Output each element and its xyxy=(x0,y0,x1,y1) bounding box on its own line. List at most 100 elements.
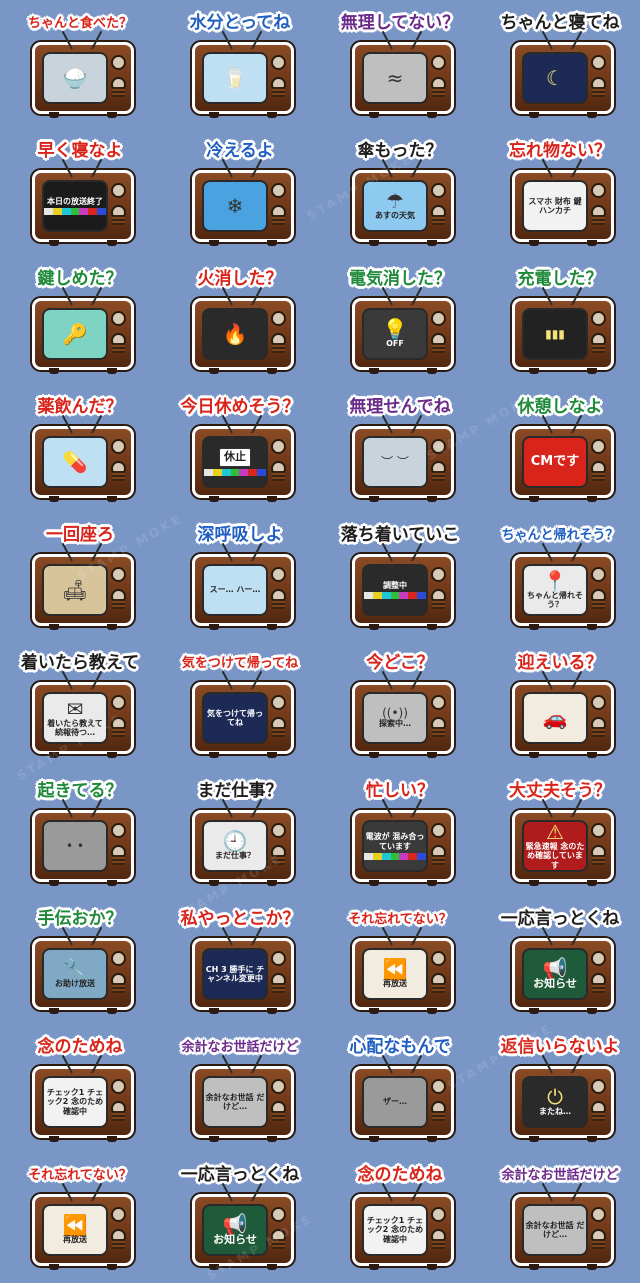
sticker-caption: 冷えるよ xyxy=(206,140,274,161)
sticker-9[interactable]: 鍵しめた？ 🔑 xyxy=(0,256,160,384)
retro-tv: 💡 OFF xyxy=(352,286,454,374)
speaker-grille xyxy=(112,471,125,481)
sticker-caption: 薬飲んだ？ xyxy=(37,396,123,417)
sticker-caption: 無理してない？ xyxy=(340,12,460,33)
tv-screen: 🔧 お助け放送 xyxy=(42,948,108,1000)
tv-feet xyxy=(369,1008,437,1014)
calm-face-icon: ︶ ︶ xyxy=(381,455,409,469)
tv-screen: ▮▮▮ xyxy=(522,308,588,360)
rewind-icon: ⏪ xyxy=(62,1213,88,1238)
speaker-grille xyxy=(432,599,445,609)
tv-screen: ︶ ︶ xyxy=(362,436,428,488)
sticker-40[interactable]: 余計なお世話だけど 余計なお世話 だけど… xyxy=(480,1152,640,1280)
sticker-11[interactable]: 電気消した？ 💡 OFF xyxy=(320,256,480,384)
sticker-3[interactable]: 無理してない？ ≈ xyxy=(320,0,480,128)
rice-bowl-icon: 🍚 xyxy=(62,66,88,90)
knob-icon xyxy=(111,823,126,838)
sticker-5[interactable]: 早く寝なよ 本日の放送終了 xyxy=(0,128,160,256)
speaker-grille xyxy=(272,87,285,97)
tv-screen: ザー… xyxy=(362,1076,428,1128)
sticker-27[interactable]: 忙しい？ 電波が 混み合っています xyxy=(320,768,480,896)
sticker-22[interactable]: 気をつけて帰ってね 気をつけて帰ってね xyxy=(160,640,320,768)
sticker-37[interactable]: それ忘れてない？ ⏪ 再放送 xyxy=(0,1152,160,1280)
sticker-31[interactable]: それ忘れてない？ ⏪ 再放送 xyxy=(320,896,480,1024)
sticker-2[interactable]: 水分とってね 🥛 xyxy=(160,0,320,128)
sticker-12[interactable]: 充電した？ ▮▮▮ xyxy=(480,256,640,384)
tv-screen: ((•)) 探索中… xyxy=(362,692,428,744)
retro-tv: 本日の放送終了 xyxy=(32,158,134,246)
sticker-caption: 一応言っとくね xyxy=(180,1164,300,1185)
sticker-8[interactable]: 忘れ物ない？ スマホ 財布 鍵 ハンカチ xyxy=(480,128,640,256)
sticker-33[interactable]: 念のためね チェック1 チェック2 念のため確認中 xyxy=(0,1024,160,1152)
sticker-caption: 充電した？ xyxy=(517,268,603,289)
sticker-34[interactable]: 余計なお世話だけど 余計なお世話 だけど… xyxy=(160,1024,320,1152)
sticker-caption: 落ち着いていこ xyxy=(340,524,460,545)
knob-icon xyxy=(111,183,126,198)
sticker-28[interactable]: 大丈夫そう？ ⚠ 緊急速報 念のため確認しています xyxy=(480,768,640,896)
sticker-1[interactable]: ちゃんと食べた？ 🍚 xyxy=(0,0,160,128)
tv-screen: スー… ハー… xyxy=(202,564,268,616)
knob-icon xyxy=(431,695,446,710)
color-bars xyxy=(44,208,106,216)
retro-tv: スマホ 財布 鍵 ハンカチ xyxy=(512,158,614,246)
sticker-29[interactable]: 手伝おか？ 🔧 お助け放送 xyxy=(0,896,160,1024)
sticker-4[interactable]: ちゃんと寝てね ☾ xyxy=(480,0,640,128)
gas-flame-icon: 🔥 xyxy=(222,322,248,346)
retro-tv: 休止 xyxy=(192,414,294,502)
sticker-caption: 深呼吸しよ xyxy=(197,524,283,545)
retro-tv: ≈ xyxy=(352,30,454,118)
sticker-18[interactable]: 深呼吸しよスー… ハー… xyxy=(160,512,320,640)
speaker-grille xyxy=(112,1239,125,1249)
sticker-24[interactable]: 迎えいる？ 🚗 xyxy=(480,640,640,768)
sticker-32[interactable]: 一応言っとくね 📢 お知らせ xyxy=(480,896,640,1024)
speaker-grille xyxy=(112,215,125,225)
tv-feet xyxy=(49,624,117,630)
speaker-grille xyxy=(432,727,445,737)
retro-tv: チェック1 チェック2 念のため確認中 xyxy=(32,1054,134,1142)
sticker-25[interactable]: 起きてる？ • • xyxy=(0,768,160,896)
tv-screen: ⏪ 再放送 xyxy=(42,1204,108,1256)
screen-text: お知らせ xyxy=(533,976,577,990)
sticker-14[interactable]: 今日休めそう？ 休止 xyxy=(160,384,320,512)
knob-icon xyxy=(271,1207,286,1222)
tv-feet xyxy=(369,1264,437,1270)
key-icon: 🔑 xyxy=(62,322,88,346)
retro-tv: ザー… xyxy=(352,1054,454,1142)
sticker-caption: ちゃんと帰れそう？ xyxy=(501,527,619,543)
sticker-20[interactable]: ちゃんと帰れそう？ 📍 ちゃんと帰れそう？ xyxy=(480,512,640,640)
retro-tv: ☾ xyxy=(512,30,614,118)
sticker-13[interactable]: 薬飲んだ？ 💊 xyxy=(0,384,160,512)
speaker-grille xyxy=(272,599,285,609)
speaker-grille xyxy=(432,1239,445,1249)
tv-feet xyxy=(209,368,277,374)
screen-text: 調整中 xyxy=(383,580,407,590)
retro-tv: ︶ ︶ xyxy=(352,414,454,502)
tv-feet xyxy=(529,880,597,886)
speaker-grille xyxy=(272,983,285,993)
knob-icon xyxy=(271,823,286,838)
sticker-23[interactable]: 今どこ？ ((•)) 探索中… xyxy=(320,640,480,768)
knob-icon xyxy=(271,567,286,582)
sticker-19[interactable]: 落ち着いていこ調整中 xyxy=(320,512,480,640)
knob-icon xyxy=(591,55,606,70)
knob-icon xyxy=(271,951,286,966)
sticker-16[interactable]: 休憩しなよ CMです xyxy=(480,384,640,512)
sticker-6[interactable]: 冷えるよ ❄ xyxy=(160,128,320,256)
screen-text: 休止 xyxy=(219,448,251,467)
screen-text: ザー… xyxy=(383,1097,407,1107)
sticker-caption: 電気消した？ xyxy=(349,268,451,289)
sofa-icon: 🛋 xyxy=(62,578,88,602)
retro-tv: 🔑 xyxy=(32,286,134,374)
sticker-39[interactable]: 念のためね チェック1 チェック2 念のため確認中 xyxy=(320,1152,480,1280)
color-bars xyxy=(364,852,426,860)
knob-icon xyxy=(111,311,126,326)
retro-tv: ❄ xyxy=(192,158,294,246)
knob-icon xyxy=(431,567,446,582)
tv-feet xyxy=(209,624,277,630)
tv-feet xyxy=(369,496,437,502)
sticker-36[interactable]: 返信いらないよ ⏻ またね… xyxy=(480,1024,640,1152)
screen-text: まだ仕事？ xyxy=(215,851,255,861)
sticker-10[interactable]: 火消した？ 🔥 xyxy=(160,256,320,384)
retro-tv: ⏪ 再放送 xyxy=(32,1182,134,1270)
knob-icon xyxy=(591,567,606,582)
